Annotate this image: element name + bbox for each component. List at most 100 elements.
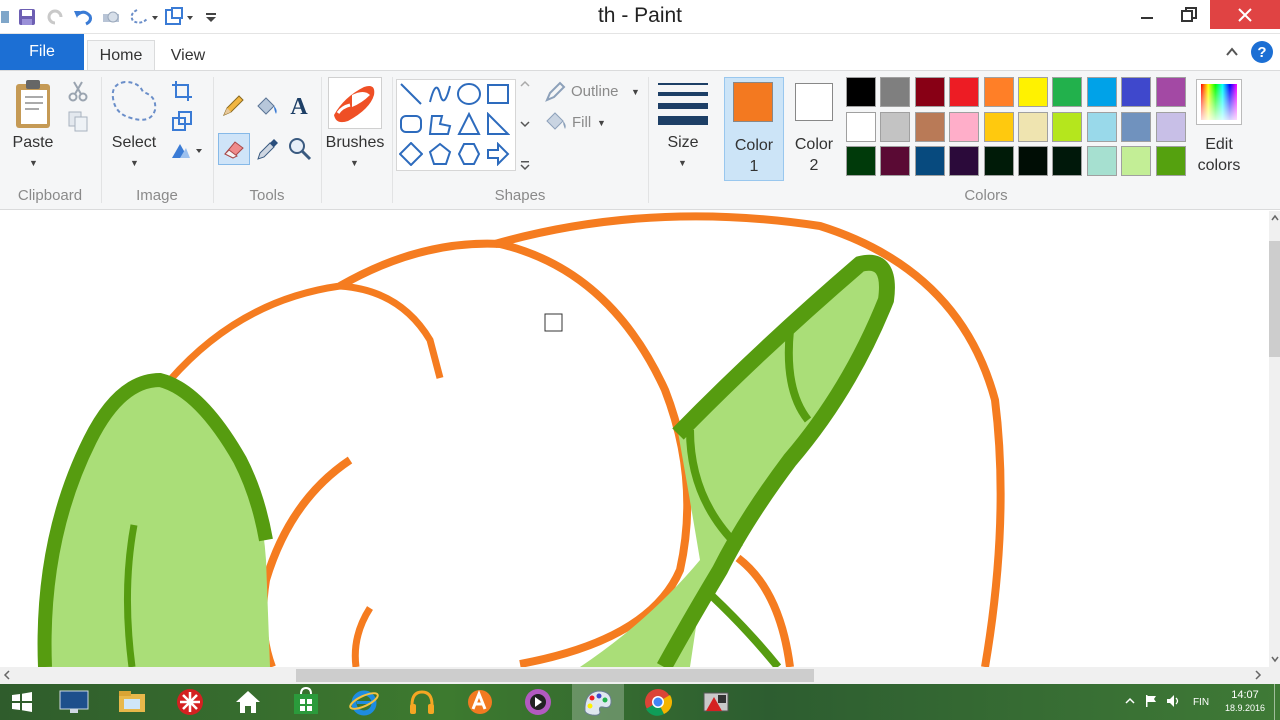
edit-colors-icon[interactable]	[1196, 79, 1242, 125]
print-preview-icon[interactable]	[98, 4, 124, 30]
paste-label[interactable]: Paste	[6, 134, 60, 152]
palette-swatch[interactable]	[1018, 77, 1048, 107]
help-icon[interactable]: ?	[1250, 40, 1274, 69]
cut-icon[interactable]	[66, 79, 90, 103]
brushes-dropdown-caret[interactable]: ▼	[350, 158, 359, 168]
palette-swatch[interactable]	[1121, 77, 1152, 107]
curve-shape-icon[interactable]	[426, 80, 454, 108]
fill-bucket-icon[interactable]	[252, 93, 280, 119]
palette-swatch[interactable]	[1155, 146, 1186, 176]
color-picker-icon[interactable]	[254, 135, 282, 163]
vertical-scroll-thumb[interactable]	[1269, 241, 1280, 357]
file-explorer-icon[interactable]	[106, 684, 158, 720]
pentagon-shape-icon[interactable]	[426, 140, 454, 168]
polygon-shape-icon[interactable]	[426, 110, 454, 138]
text-tool-icon[interactable]: A	[286, 91, 312, 119]
palette-swatch[interactable]	[1155, 77, 1186, 107]
internet-explorer-icon[interactable]	[338, 684, 390, 720]
select-icon[interactable]	[106, 77, 162, 131]
headphones-app-icon[interactable]	[396, 684, 448, 720]
right-arrow-shape-icon[interactable]	[484, 140, 512, 168]
color2-swatch[interactable]	[795, 83, 833, 121]
paint-app-icon[interactable]	[0, 4, 12, 30]
edit-colors-label[interactable]: Edit colors	[1190, 134, 1248, 176]
palette-swatch[interactable]	[983, 77, 1014, 107]
page-setup-icon[interactable]	[162, 4, 196, 30]
tab-view[interactable]: View	[160, 40, 216, 71]
palette-swatch[interactable]	[846, 77, 876, 107]
diamond-shape-icon[interactable]	[397, 140, 425, 168]
paste-icon[interactable]	[12, 77, 54, 131]
eraser-icon[interactable]	[218, 133, 250, 165]
palette-swatch[interactable]	[1052, 111, 1083, 142]
copy-icon[interactable]	[66, 109, 90, 133]
scroll-left-arrow-icon[interactable]	[2, 669, 14, 681]
shapes-scroll-up-icon[interactable]	[520, 79, 530, 89]
rounded-rectangle-shape-icon[interactable]	[397, 110, 425, 138]
scroll-up-arrow-icon[interactable]	[1270, 213, 1280, 224]
oval-shape-icon[interactable]	[455, 80, 483, 108]
restore-button[interactable]	[1166, 0, 1212, 29]
palette-swatch[interactable]	[1086, 111, 1117, 142]
tab-file[interactable]: File	[0, 34, 84, 70]
clock[interactable]: 14:07 18.9.2016	[1216, 689, 1274, 715]
palette-swatch[interactable]	[1052, 77, 1083, 107]
scroll-down-arrow-icon[interactable]	[1270, 654, 1280, 665]
palette-swatch[interactable]	[914, 77, 945, 107]
palette-swatch[interactable]	[914, 146, 945, 176]
magnifier-icon[interactable]	[286, 135, 314, 163]
collapse-ribbon-icon[interactable]	[1224, 44, 1240, 65]
color1-button[interactable]: Color 1	[724, 77, 784, 181]
outline-dropdown-caret[interactable]: ▼	[631, 87, 640, 97]
fill-label[interactable]: Fill	[572, 114, 591, 131]
palette-swatch[interactable]	[1086, 77, 1117, 107]
outline-label[interactable]: Outline	[571, 83, 619, 100]
select-shape-icon[interactable]	[126, 4, 160, 30]
show-desktop-button[interactable]	[1274, 684, 1280, 720]
size-icon[interactable]	[656, 77, 710, 131]
palette-swatch[interactable]	[1018, 111, 1048, 142]
select-label[interactable]: Select	[104, 134, 164, 152]
avast-icon[interactable]	[454, 684, 506, 720]
select-dropdown-caret[interactable]: ▼	[130, 158, 139, 168]
crop-icon[interactable]	[170, 79, 194, 103]
store-icon[interactable]	[280, 684, 332, 720]
horizontal-scroll-thumb[interactable]	[296, 669, 814, 682]
drawing-canvas[interactable]	[0, 211, 1269, 667]
redo-icon[interactable]	[42, 4, 68, 30]
show-hidden-icons-icon[interactable]	[1120, 696, 1140, 709]
palette-swatch[interactable]	[1018, 146, 1048, 176]
customize-toolbar-icon[interactable]	[198, 4, 224, 30]
dark-app-icon[interactable]	[512, 684, 564, 720]
home-icon[interactable]	[222, 684, 274, 720]
canvas-drawing[interactable]	[0, 211, 1269, 667]
fill-dropdown-caret[interactable]: ▼	[597, 118, 606, 128]
brushes-label[interactable]: Brushes	[322, 134, 388, 152]
red-app-icon[interactable]	[164, 684, 216, 720]
palette-swatch[interactable]	[949, 77, 980, 107]
rotate-icon[interactable]	[168, 139, 204, 163]
chrome-icon[interactable]	[632, 684, 684, 720]
shapes-expand-icon[interactable]	[520, 159, 530, 171]
palette-swatch[interactable]	[949, 111, 980, 142]
color2-label[interactable]: Color 2	[784, 134, 844, 176]
palette-swatch[interactable]	[983, 146, 1014, 176]
outline-icon[interactable]	[543, 81, 567, 103]
input-language[interactable]: FIN	[1186, 697, 1216, 708]
palette-swatch[interactable]	[983, 111, 1014, 142]
action-center-flag-icon[interactable]	[1140, 694, 1162, 711]
start-button[interactable]	[0, 684, 44, 720]
volume-icon[interactable]	[1162, 694, 1186, 711]
palette-swatch[interactable]	[1121, 146, 1152, 176]
pencil-icon[interactable]	[220, 93, 246, 119]
palette-swatch[interactable]	[880, 111, 911, 142]
palette-swatch[interactable]	[1052, 146, 1083, 176]
palette-swatch[interactable]	[949, 146, 980, 176]
minimize-button[interactable]	[1124, 0, 1170, 29]
hexagon-shape-icon[interactable]	[455, 140, 483, 168]
palette-swatch[interactable]	[846, 111, 876, 142]
palette-swatch[interactable]	[1121, 111, 1152, 142]
fill-icon[interactable]	[543, 111, 569, 133]
size-dropdown-caret[interactable]: ▼	[678, 158, 687, 168]
paste-dropdown-caret[interactable]: ▼	[29, 158, 38, 168]
